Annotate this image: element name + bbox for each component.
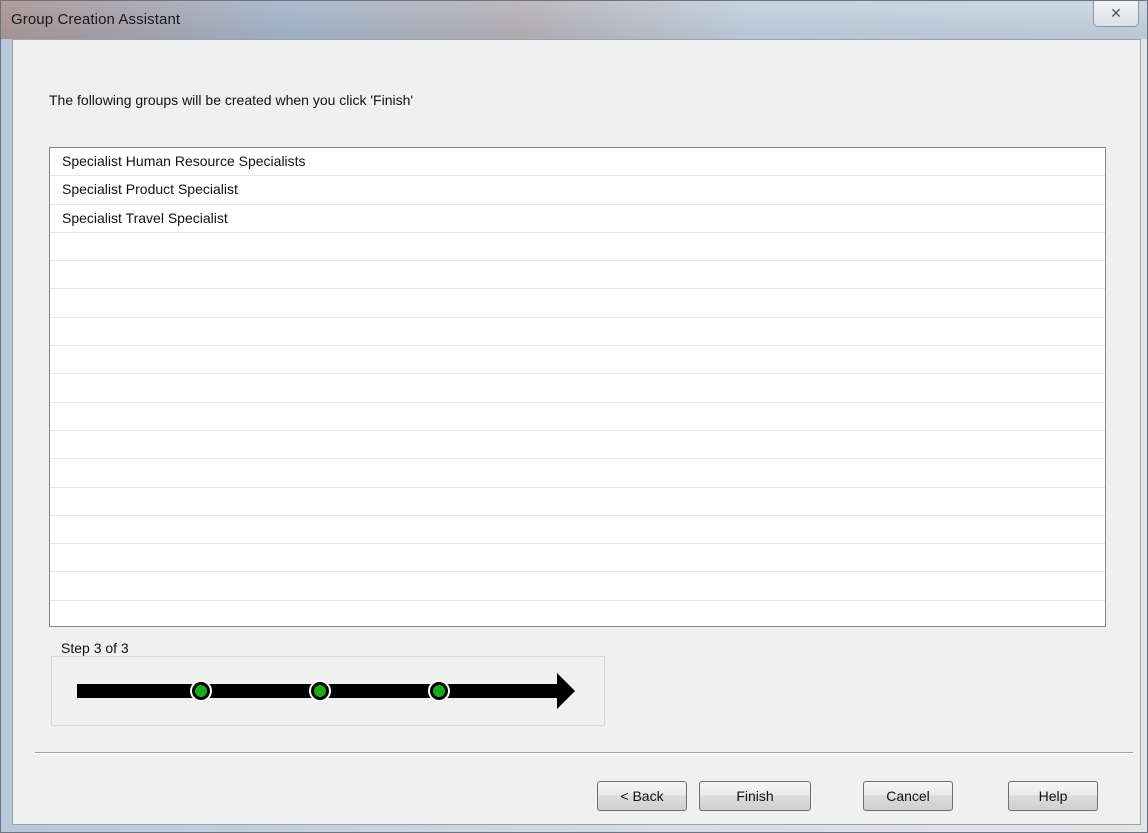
- empty-list-row: [50, 431, 1105, 460]
- finish-button[interactable]: Finish: [699, 781, 811, 811]
- back-button[interactable]: < Back: [597, 781, 687, 811]
- list-item[interactable]: Specialist Human Resource Specialists: [50, 148, 1105, 177]
- cancel-button[interactable]: Cancel: [863, 781, 953, 811]
- group-creation-assistant-window: Group Creation Assistant ✕ The following…: [0, 0, 1148, 833]
- window-title: Group Creation Assistant: [11, 11, 181, 28]
- step-marker-fill-3: [433, 685, 445, 697]
- step-progress-arrow: [77, 673, 575, 709]
- step-marker-fill-2: [314, 685, 326, 697]
- step-label: Step 3 of 3: [57, 640, 133, 656]
- empty-list-row: [50, 459, 1105, 488]
- groups-list[interactable]: Specialist Human Resource Specialists Sp…: [49, 147, 1106, 627]
- empty-list-row: [50, 346, 1105, 375]
- instruction-text: The following groups will be created whe…: [49, 92, 414, 108]
- empty-list-row: [50, 374, 1105, 403]
- title-bar[interactable]: Group Creation Assistant ✕: [1, 1, 1147, 39]
- empty-list-row: [50, 544, 1105, 573]
- dialog-body: The following groups will be created whe…: [12, 39, 1141, 825]
- list-item[interactable]: Specialist Product Specialist: [50, 176, 1105, 205]
- progress-arrow-head: [557, 673, 575, 709]
- empty-list-row: [50, 572, 1105, 601]
- empty-list-row: [50, 403, 1105, 431]
- empty-list-row: [50, 233, 1105, 262]
- help-button[interactable]: Help: [1008, 781, 1098, 811]
- separator-line: [35, 752, 1133, 754]
- list-item[interactable]: Specialist Travel Specialist: [50, 205, 1105, 233]
- empty-list-row: [50, 318, 1105, 347]
- step-marker-fill-1: [195, 685, 207, 697]
- close-button[interactable]: ✕: [1093, 1, 1139, 27]
- empty-list-row: [50, 488, 1105, 516]
- empty-list-row: [50, 261, 1105, 290]
- empty-list-row: [50, 516, 1105, 545]
- empty-list-row: [50, 289, 1105, 318]
- close-icon: ✕: [1110, 5, 1122, 21]
